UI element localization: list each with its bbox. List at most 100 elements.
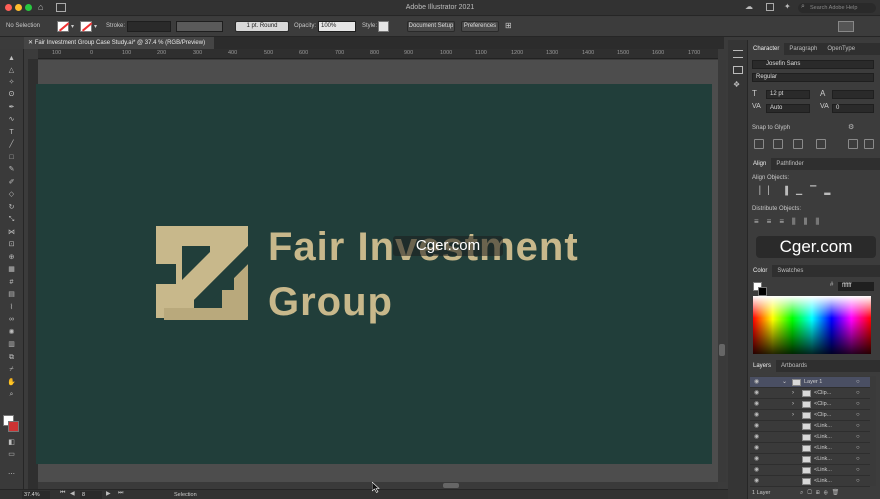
- screen-mode-icon[interactable]: ▭: [6, 451, 17, 458]
- kerning-field[interactable]: Auto: [766, 104, 810, 113]
- tab-pathfinder[interactable]: Pathfinder: [771, 158, 808, 170]
- snap-anchor-icon[interactable]: [864, 139, 874, 149]
- tracking-field[interactable]: 0: [832, 104, 874, 113]
- width-tool-icon[interactable]: ⋈: [6, 229, 17, 236]
- visibility-eye-icon[interactable]: ◉: [754, 377, 759, 388]
- target-circle-icon[interactable]: ○: [856, 465, 860, 476]
- logo-mark[interactable]: [154, 224, 250, 322]
- expand-chevron-icon[interactable]: ⌄: [782, 377, 787, 388]
- hex-color-field[interactable]: ffffff: [838, 282, 874, 291]
- curvature-tool-icon[interactable]: ∿: [6, 116, 17, 123]
- logo-line-2[interactable]: Group: [268, 280, 393, 325]
- mesh-tool-icon[interactable]: #: [6, 279, 17, 286]
- visibility-eye-icon[interactable]: ◉: [754, 454, 759, 465]
- shaper-tool-icon[interactable]: ✐: [6, 179, 17, 186]
- next-artboard-icon[interactable]: ▶: [106, 490, 111, 497]
- magic-wand-tool-icon[interactable]: ✧: [6, 79, 17, 86]
- target-circle-icon[interactable]: ○: [856, 443, 860, 454]
- direct-selection-tool-icon[interactable]: △: [6, 67, 17, 74]
- visibility-eye-icon[interactable]: ◉: [754, 443, 759, 454]
- color-stroke-swatch[interactable]: [758, 287, 767, 296]
- target-circle-icon[interactable]: ○: [856, 432, 860, 443]
- properties-icon[interactable]: [733, 50, 743, 58]
- tab-align[interactable]: Align: [748, 158, 772, 170]
- target-circle-icon[interactable]: ○: [856, 421, 860, 432]
- color-guide-icon[interactable]: ❖: [733, 80, 740, 89]
- vertical-scroll-thumb[interactable]: [719, 344, 725, 356]
- visibility-eye-icon[interactable]: ◉: [754, 421, 759, 432]
- layer-row[interactable]: ◉ › <Clip... ○: [750, 399, 870, 410]
- align-objects-buttons[interactable]: ▕▏▐▁▔▂: [754, 186, 838, 195]
- close-tab-icon[interactable]: ✕: [28, 40, 35, 46]
- distribute-objects-buttons[interactable]: ≡≡≡⫼⫼⫼: [754, 217, 827, 227]
- cloud-icon[interactable]: ☁: [745, 2, 753, 11]
- target-circle-icon[interactable]: ○: [856, 399, 860, 410]
- eraser-tool-icon[interactable]: ◇: [6, 191, 17, 198]
- artboard-tool-icon[interactable]: ⧉: [6, 354, 17, 361]
- line-tool-icon[interactable]: ╱: [6, 141, 17, 148]
- perspective-grid-tool-icon[interactable]: ▦: [6, 266, 17, 273]
- gradient-tool-icon[interactable]: ▤: [6, 291, 17, 298]
- layer-row[interactable]: ◉ <Link... ○: [750, 432, 870, 443]
- font-size-field[interactable]: 12 pt: [766, 90, 810, 99]
- layer-row[interactable]: ◉ › <Clip... ○: [750, 410, 870, 421]
- snap-proximity-icon[interactable]: [816, 139, 826, 149]
- visibility-eye-icon[interactable]: ◉: [754, 399, 759, 410]
- graphic-style-swatch[interactable]: [378, 21, 389, 32]
- variable-width-profile[interactable]: [176, 21, 223, 32]
- blend-tool-icon[interactable]: ∞: [6, 316, 17, 323]
- visibility-eye-icon[interactable]: ◉: [754, 432, 759, 443]
- zoom-level-field[interactable]: 37.4%: [22, 491, 50, 499]
- last-artboard-icon[interactable]: ⏭: [118, 490, 123, 497]
- pen-tool-icon[interactable]: ✒: [6, 104, 17, 111]
- snap-glyph-bounds-icon[interactable]: [793, 139, 803, 149]
- stroke-swatch[interactable]: [80, 21, 93, 32]
- snap-baseline-icon[interactable]: [754, 139, 764, 149]
- tab-swatches[interactable]: Swatches: [772, 265, 808, 277]
- font-style-field[interactable]: Regular: [752, 73, 874, 82]
- symbol-sprayer-tool-icon[interactable]: ✺: [6, 329, 17, 336]
- slice-tool-icon[interactable]: ⌿: [6, 366, 17, 373]
- shape-builder-tool-icon[interactable]: ⊕: [6, 254, 17, 261]
- target-circle-icon[interactable]: ○: [856, 388, 860, 399]
- rotate-tool-icon[interactable]: ↻: [6, 204, 17, 211]
- type-tool-icon[interactable]: T: [6, 129, 17, 136]
- drawing-mode-icon[interactable]: ◧: [6, 439, 17, 446]
- visibility-eye-icon[interactable]: ◉: [754, 476, 759, 487]
- layers-footer-buttons[interactable]: ⌕▢⊞⊕🗑: [800, 489, 843, 497]
- hand-tool-icon[interactable]: ✋: [6, 379, 17, 386]
- expand-chevron-icon[interactable]: ›: [792, 410, 794, 421]
- eyedropper-tool-icon[interactable]: ⌇: [6, 304, 17, 311]
- layer-row[interactable]: ◉ <Link... ○: [750, 476, 870, 487]
- first-artboard-icon[interactable]: ⏮: [60, 490, 65, 497]
- preferences-button[interactable]: Preferences: [461, 21, 499, 32]
- brush-definition[interactable]: 1 pt. Round: [235, 21, 289, 32]
- color-spectrum[interactable]: [753, 296, 871, 354]
- layer-row[interactable]: ◉ <Link... ○: [750, 421, 870, 432]
- free-transform-tool-icon[interactable]: ⊡: [6, 241, 17, 248]
- target-circle-icon[interactable]: ○: [856, 377, 860, 388]
- tab-layers[interactable]: Layers: [748, 360, 777, 372]
- rectangle-tool-icon[interactable]: □: [6, 154, 17, 161]
- scale-tool-icon[interactable]: ⤡: [6, 216, 17, 223]
- previous-artboard-icon[interactable]: ◀: [70, 490, 75, 497]
- opacity-field[interactable]: 100%: [318, 21, 356, 32]
- leading-field[interactable]: [832, 90, 874, 99]
- search-box[interactable]: ⌕ Search Adobe Help: [798, 3, 876, 13]
- libraries-icon[interactable]: [733, 66, 743, 74]
- zoom-tool-icon[interactable]: ⌕: [6, 391, 17, 398]
- layer-row[interactable]: ◉ <Link... ○: [750, 465, 870, 476]
- lasso-tool-icon[interactable]: ʘ: [6, 91, 17, 98]
- artboard[interactable]: [36, 84, 712, 464]
- target-circle-icon[interactable]: ○: [856, 454, 860, 465]
- tab-character[interactable]: Character: [748, 43, 785, 55]
- document-tab[interactable]: ✕ Fair Investment Group Case Study.ai* @…: [24, 37, 214, 49]
- target-circle-icon[interactable]: ○: [856, 476, 860, 487]
- stroke-weight-field[interactable]: [127, 21, 171, 32]
- fill-dropdown-icon[interactable]: ▾: [71, 23, 74, 30]
- layer-row[interactable]: ◉ <Link... ○: [750, 454, 870, 465]
- stroke-dropdown-icon[interactable]: ▾: [94, 23, 97, 30]
- expand-chevron-icon[interactable]: ›: [792, 388, 794, 399]
- document-setup-button[interactable]: Document Setup: [407, 21, 455, 32]
- align-panel-toggle-icon[interactable]: [838, 21, 854, 32]
